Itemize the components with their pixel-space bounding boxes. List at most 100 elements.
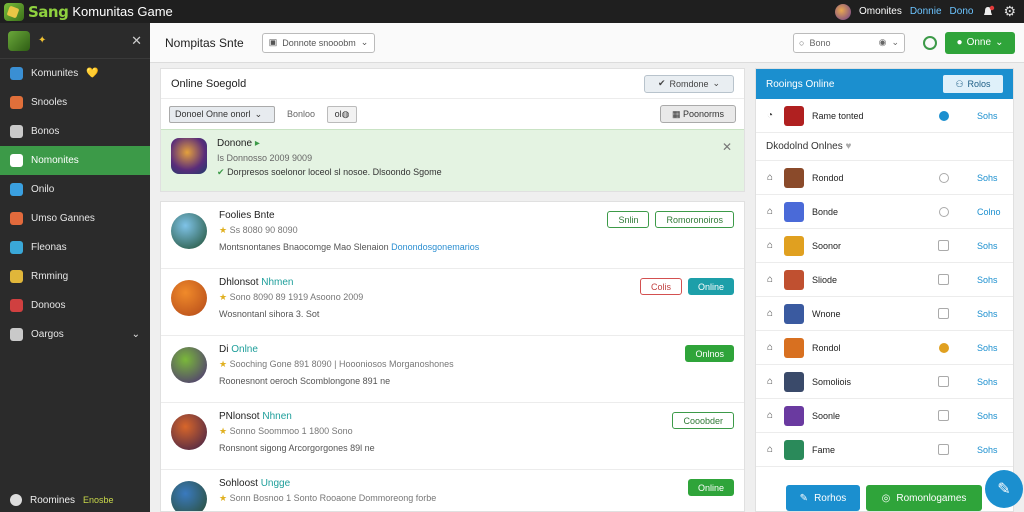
player-name: Soonor [812, 240, 842, 251]
star-icon: ★ [219, 225, 228, 235]
compose-fab[interactable]: ✎ [985, 470, 1023, 508]
section-button[interactable]: ✔ Romdone ⌄ [644, 74, 734, 93]
player-row[interactable]: ⌂ Soonle Sohs [756, 399, 1013, 433]
breadcrumb-button[interactable]: ▣ Donnote snooobm ⌄ [261, 32, 376, 53]
sidebar-item[interactable]: Oargos ⌄ [0, 320, 150, 349]
list-item-action-button[interactable]: Colis [639, 278, 682, 295]
footer-button-rorhos[interactable]: ✎ Rorhos [786, 485, 860, 511]
player-status-link[interactable]: Colno [977, 207, 1005, 217]
avatar[interactable] [171, 481, 207, 511]
check-icon: ✔ [657, 78, 666, 88]
right-filter-button[interactable]: ▦ Poonorms [660, 105, 736, 123]
player-row[interactable]: ⌂ Soonor Sohs [756, 229, 1013, 263]
list-item-title: Di [219, 344, 229, 355]
star-icon[interactable]: ✦ [38, 35, 46, 46]
avatar[interactable] [171, 347, 207, 383]
list-item-action-label: Snlin [618, 214, 639, 225]
footer-button-romonlogames[interactable]: ◎ Romonlogames [866, 485, 982, 511]
player-status-link[interactable]: Sohs [977, 411, 1005, 421]
player-name: Somoliois [812, 376, 852, 387]
player-avatar [784, 235, 804, 256]
sidebar-item[interactable]: Umso Gannes [0, 204, 150, 233]
close-icon[interactable]: ✕ [722, 140, 732, 154]
list-item-action-button[interactable]: Snlin [607, 211, 650, 228]
sidebar-item-icon [10, 270, 23, 283]
user-label[interactable]: Omonites [859, 6, 902, 17]
gear-icon[interactable]: ⚙ [1003, 3, 1016, 20]
player-status-link[interactable]: Sohs [977, 173, 1005, 183]
refresh-icon[interactable] [923, 35, 937, 50]
list-item-action-button[interactable]: Onlnos [685, 345, 734, 362]
avatar[interactable] [171, 213, 207, 249]
sidebar-item-badge: 💛 [86, 68, 99, 79]
list-item[interactable]: Dhlonsot Nhmen ★ Sono 8090 89 1919 Asoono… [161, 269, 744, 336]
player-row[interactable]: ⌂ Somoliois Sohs [756, 365, 1013, 399]
sidebar-item[interactable]: Bonos [0, 117, 150, 146]
checkbox[interactable] [938, 410, 949, 421]
list-item-desc: Montsnontanes Bnaocomge Mao Slenaion [219, 242, 389, 252]
home-icon: ⌂ [766, 240, 774, 251]
bell-icon[interactable] [981, 5, 995, 19]
sidebar-item-label: Oargos [31, 329, 64, 340]
player-status-link[interactable]: Sohs [977, 275, 1005, 285]
player-status-link[interactable]: Sohs [977, 241, 1005, 251]
list-item-desc-link[interactable]: Donondosgonemarios [391, 242, 479, 252]
avatar[interactable] [171, 414, 207, 450]
search-input[interactable]: ○ Bono ◉ ⌄ [793, 32, 905, 53]
list-item[interactable]: Foolies Bnte ★ Ss 8080 90 8090 Montsnonta… [161, 202, 744, 269]
list-item-title: Foolies Bnte [219, 210, 275, 221]
sidebar-item[interactable]: Komunites 💛 [0, 59, 150, 88]
chevron-down-icon[interactable]: ⌄ [891, 37, 899, 48]
list-item-action-button[interactable]: Online [687, 278, 734, 295]
edit-icon: ✎ [799, 492, 809, 504]
right-top-row-status[interactable]: Sohs [977, 111, 1005, 121]
player-status-link[interactable]: Sohs [977, 445, 1005, 455]
list-item[interactable]: PNlonsot Nhnen ★ Sonno Soommoo 1 1800 Son… [161, 403, 744, 470]
right-top-row[interactable]: ◔ Rame tonted Sohs [756, 99, 1013, 133]
right-filter-label: Poonorms [683, 109, 725, 119]
checkbox[interactable] [938, 240, 949, 251]
sidebar-item[interactable]: Fleonas [0, 233, 150, 262]
checkbox[interactable] [938, 444, 949, 455]
sidebar-item-icon [10, 328, 23, 341]
sidebar-item[interactable]: Rmming [0, 262, 150, 291]
list-item[interactable]: Sohloost Ungge ★ Sonn Bosnoo 1 Sonto Rooa… [161, 470, 744, 511]
sidebar-item-icon [10, 212, 23, 225]
list-item-action-button[interactable]: Online [687, 479, 734, 496]
checkbox[interactable] [938, 308, 949, 319]
avatar[interactable] [171, 280, 207, 316]
sidebar-item[interactable]: Donoos [0, 291, 150, 320]
right-panel-button[interactable]: ⚇ Rolos [943, 75, 1003, 93]
top-link-dono[interactable]: Dono [950, 6, 974, 17]
list-item[interactable]: Di Onlne ★ Sooching Gone 891 8090 | Hooon… [161, 336, 744, 403]
filter-dropdown[interactable]: Donoel Onne onorl ⌄ [169, 105, 275, 123]
online-button[interactable]: ● Onne ⌄ [945, 31, 1015, 54]
player-row[interactable]: ⌂ Sliode Sohs [756, 263, 1013, 297]
filter-icon[interactable]: ◉ [879, 37, 887, 48]
circle-icon: ◎ [881, 492, 891, 504]
player-row[interactable]: ⌂ Fame Sohs [756, 433, 1013, 467]
sidebar-item[interactable]: Nomonites [0, 146, 150, 175]
small-filter-button[interactable]: ol ◍ [327, 105, 358, 123]
top-link-donnie[interactable]: Donnie [910, 6, 942, 17]
sidebar-footer[interactable]: Roomines Enosbe [10, 494, 142, 506]
player-row[interactable]: ⌂ Bonde Colno [756, 195, 1013, 229]
player-row[interactable]: ⌂ Rondol Sohs [756, 331, 1013, 365]
player-avatar [784, 371, 804, 392]
player-row[interactable]: ⌂ Rondod Sohs [756, 161, 1013, 195]
list-item-action-button[interactable]: Romoronoiros [655, 211, 734, 228]
player-row[interactable]: ⌂ Wnone Sohs [756, 297, 1013, 331]
checkbox[interactable] [938, 376, 949, 387]
user-avatar[interactable] [835, 3, 852, 20]
sidebar-item[interactable]: Snooles [0, 88, 150, 117]
player-status-link[interactable]: Sohs [977, 377, 1005, 387]
app-logo-icon[interactable] [4, 2, 24, 21]
close-icon[interactable]: ✕ [131, 33, 142, 49]
list-item-action-label: Online [697, 281, 724, 292]
checkbox[interactable] [938, 274, 949, 285]
brand-name: Sang [28, 2, 69, 21]
player-status-link[interactable]: Sohs [977, 343, 1005, 353]
sidebar-item[interactable]: Onilo [0, 175, 150, 204]
player-status-link[interactable]: Sohs [977, 309, 1005, 319]
list-item-action-button[interactable]: Cooobder [672, 412, 734, 429]
